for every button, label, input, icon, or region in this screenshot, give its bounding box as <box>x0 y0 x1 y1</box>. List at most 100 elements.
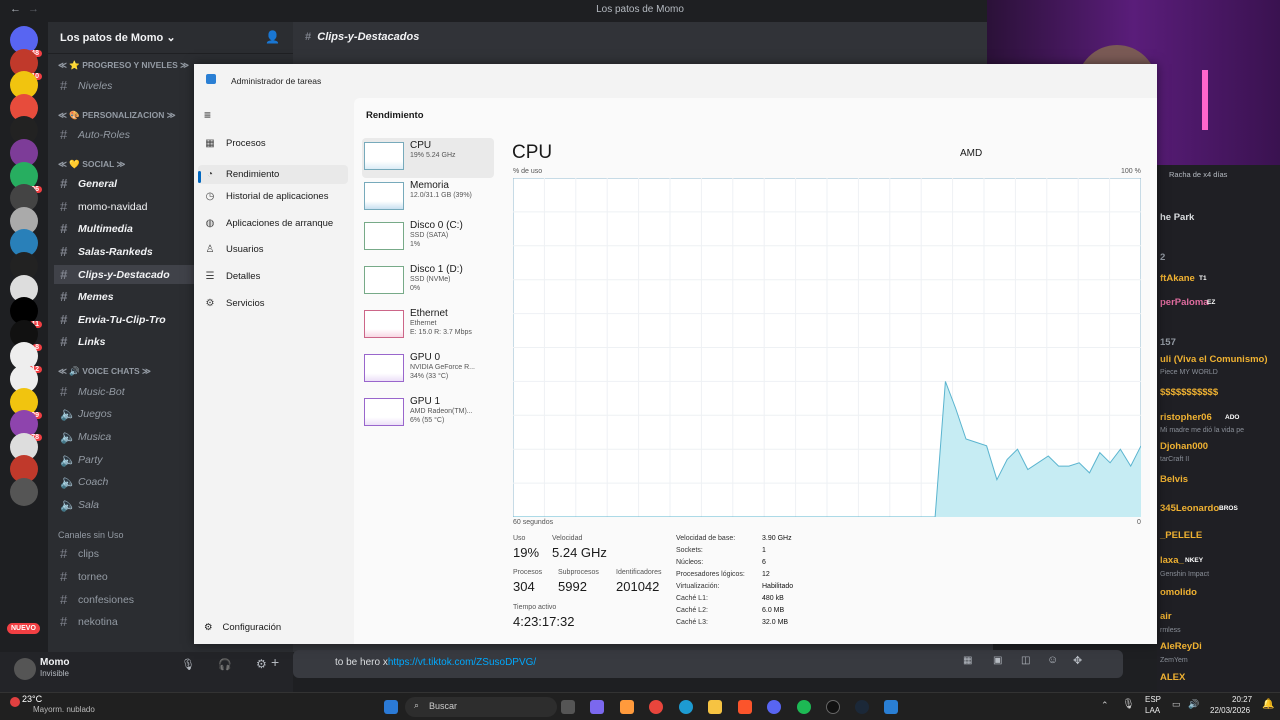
language-code[interactable]: ESP <box>1145 695 1161 704</box>
nav-usuarios[interactable]: ♙ Usuarios <box>204 244 264 255</box>
sticker-icon[interactable]: ◫ <box>1021 655 1030 666</box>
feed-item[interactable]: uli (Viva el Comunismo) <box>1160 354 1268 365</box>
voice-party[interactable]: 🔈 Party <box>60 452 103 468</box>
channel-niveles[interactable]: # Niveles <box>60 78 112 93</box>
windows-start-icon[interactable] <box>384 700 398 714</box>
gif-icon[interactable]: ▣ <box>993 655 1002 666</box>
brave-icon[interactable] <box>738 700 752 714</box>
feed-item[interactable]: Djohan000 <box>1160 441 1208 452</box>
settings-gear-icon[interactable]: ⚙ <box>256 657 267 671</box>
feed-item[interactable]: he Park <box>1160 212 1194 223</box>
nav-servicios[interactable]: ⚙ Servicios <box>204 298 265 309</box>
folder-icon[interactable] <box>708 700 722 714</box>
spotify-icon[interactable] <box>797 700 811 714</box>
category-social[interactable]: ≪ 💛 SOCIAL ≫ <box>58 159 125 170</box>
nav-procesos[interactable]: ▦ Procesos <box>204 138 265 149</box>
feed-item[interactable]: AleReyDi <box>1160 641 1202 652</box>
microphone-tray-icon[interactable]: 🎙 <box>1122 699 1135 710</box>
feed-item[interactable]: 2 <box>1160 252 1165 263</box>
device-disco-0-c[interactable]: Disco 0 (C:) SSD (SATA) 1% <box>362 218 494 258</box>
emoji-icon[interactable]: ☺ <box>1047 654 1058 666</box>
taskview-icon[interactable] <box>561 700 575 714</box>
feed-item[interactable]: Racha de x4 días <box>1169 170 1227 179</box>
volume-icon[interactable]: 🔊 <box>1188 699 1199 710</box>
channel-multimedia[interactable]: # Multimedia <box>60 221 133 236</box>
new-badge[interactable]: NUEVO <box>7 623 40 634</box>
discord-icon[interactable] <box>767 700 781 714</box>
feed-item[interactable]: perPaloma <box>1160 297 1209 308</box>
voice-sala[interactable]: 🔈 Sala <box>60 497 99 513</box>
server-icon[interactable] <box>10 478 38 506</box>
language-layout[interactable]: LAA <box>1145 706 1160 715</box>
device-cpu[interactable]: CPU 19% 5.24 GHz <box>362 138 494 178</box>
chevron-up-icon[interactable]: ⌃ <box>1101 700 1109 711</box>
feed-item[interactable]: _PELELE <box>1160 530 1202 541</box>
channel-nekotina[interactable]: # nekotina <box>60 614 118 629</box>
clock-date[interactable]: 22/03/2026 <box>1210 706 1250 715</box>
voice-musica[interactable]: 🔈 Musica <box>60 429 111 445</box>
steam-icon[interactable] <box>855 700 869 714</box>
obs-icon[interactable] <box>826 700 840 714</box>
microphone-icon[interactable]: 🎙 <box>181 658 195 671</box>
device-memoria[interactable]: Memoria 12.0/31.1 GB (39%) <box>362 178 494 218</box>
channel-memes[interactable]: # Memes <box>60 289 114 304</box>
feed-item[interactable]: air <box>1160 611 1172 622</box>
weather-temp[interactable]: 23°C <box>22 694 42 704</box>
plus-icon[interactable]: + <box>271 654 279 670</box>
voice-juegos[interactable]: 🔈 Juegos <box>60 406 112 422</box>
channel-autoroles[interactable]: # Auto-Roles <box>60 127 130 142</box>
feed-item[interactable]: $$$$$$$$$$$ <box>1160 387 1218 398</box>
channel-clips[interactable]: # clips <box>60 546 99 561</box>
device-disco-1-d[interactable]: Disco 1 (D:) SSD (NVMe) 0% <box>362 262 494 302</box>
notification-bell-icon[interactable]: 🔔 <box>1262 699 1274 710</box>
feed-item[interactable]: ristopher06 <box>1160 412 1212 423</box>
category-sin-uso[interactable]: Canales sin Uso <box>58 530 124 540</box>
nav-detalles[interactable]: ☰ Detalles <box>204 271 261 282</box>
teams-icon[interactable] <box>590 700 604 714</box>
channel-salas-rankeds[interactable]: # Salas-Rankeds <box>60 244 153 259</box>
edge-icon[interactable] <box>679 700 693 714</box>
chrome-icon[interactable] <box>649 700 663 714</box>
guild-header[interactable]: Los patos de Momo ⌄ <box>48 22 293 54</box>
device-gpu-0[interactable]: GPU 0 NVIDIA GeForce R... 34% (33 °C) <box>362 350 494 390</box>
channel-torneo[interactable]: # torneo <box>60 569 108 584</box>
add-member-icon[interactable]: 👤 <box>265 30 280 44</box>
headphones-icon[interactable]: 🎧 <box>218 658 232 671</box>
weather-icon[interactable] <box>10 697 20 707</box>
channel-envia-tu-clip[interactable]: # Envia-Tu-Clip-Tro <box>60 312 166 327</box>
feed-item[interactable]: ALEX <box>1160 672 1185 683</box>
taskbar-search[interactable]: ⌕ Buscar <box>405 697 557 717</box>
feed-item[interactable]: 157 <box>1160 337 1176 348</box>
channel-links[interactable]: # Links <box>60 334 105 349</box>
message-input[interactable]: + to be hero xhttps://vt.tiktok.com/ZSus… <box>271 650 1123 678</box>
avatar[interactable] <box>14 658 36 680</box>
hamburger-menu-icon[interactable]: ≡ <box>204 108 211 122</box>
weather-text[interactable]: Mayorm. nublado <box>33 705 95 714</box>
clock-time[interactable]: 20:27 <box>1232 695 1252 704</box>
device-gpu-1[interactable]: GPU 1 AMD Radeon(TM)... 6% (55 °C) <box>362 394 494 434</box>
network-icon[interactable]: ▭ <box>1172 699 1181 710</box>
task-manager-taskbar-icon[interactable] <box>884 700 898 714</box>
channel-confesiones[interactable]: # confesiones <box>60 592 134 607</box>
category-progreso[interactable]: ≪ ⭐ PROGRESO Y NIVELES ≫ <box>58 60 189 71</box>
category-voice[interactable]: ≪ 🔊 VOICE CHATS ≫ <box>58 366 151 377</box>
nav-configuracion[interactable]: ⚙ Configuración <box>204 622 281 633</box>
apps-icon[interactable]: ✥ <box>1073 654 1082 667</box>
feed-item[interactable]: 345Leonardo <box>1160 503 1219 514</box>
channel-clips-destacados[interactable]: # Clips-y-Destacado <box>54 265 204 284</box>
nav-arranque[interactable]: ◍ Aplicaciones de arranque <box>204 218 334 229</box>
feed-item[interactable]: omolido <box>1160 587 1197 598</box>
voice-coach[interactable]: 🔈 Coach <box>60 474 108 490</box>
feed-item[interactable]: Belvis <box>1160 474 1188 485</box>
feed-item[interactable]: laxa_ <box>1160 555 1184 566</box>
copilot-icon[interactable] <box>620 700 634 714</box>
channel-music-bot[interactable]: # Music-Bot <box>60 384 125 399</box>
nav-historial[interactable]: ◷ Historial de aplicaciones <box>204 191 329 202</box>
channel-general[interactable]: # General <box>60 176 117 191</box>
device-ethernet[interactable]: Ethernet Ethernet E: 15.0 R: 3.7 Mbps <box>362 306 494 346</box>
nav-rendimiento[interactable]: ◔ Rendimiento <box>198 164 348 184</box>
category-personalizacion[interactable]: ≪ 🎨 PERSONALIZACION ≫ <box>58 110 176 121</box>
feed-item[interactable]: ftAkane <box>1160 273 1195 284</box>
gift-icon[interactable]: ▦ <box>963 655 972 666</box>
channel-momo-navidad[interactable]: # momo-navidad <box>60 199 147 214</box>
